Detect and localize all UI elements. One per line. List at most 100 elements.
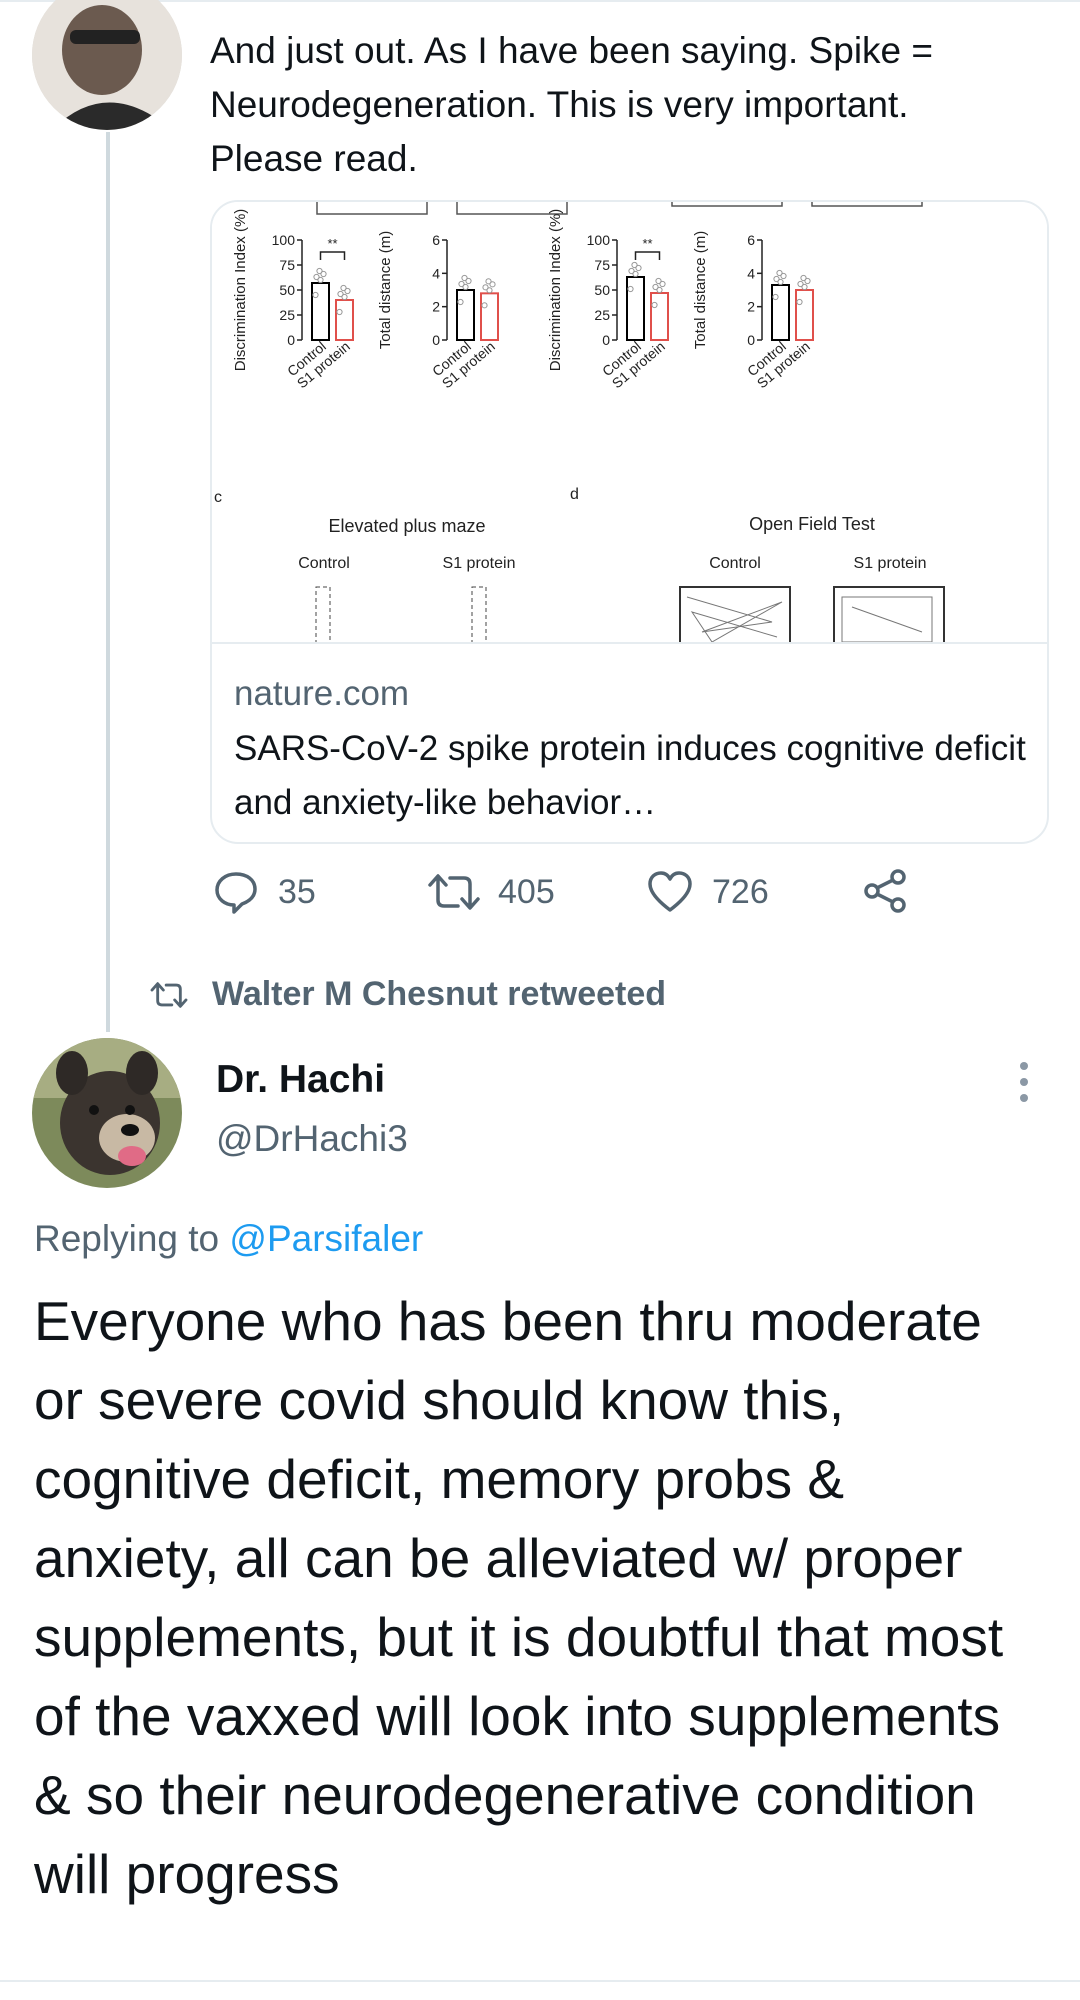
- like-count: 726: [712, 872, 769, 911]
- data-point: [486, 287, 493, 294]
- data-point: [659, 280, 666, 288]
- data-point: [481, 302, 488, 309]
- y-tick-label: 75: [594, 257, 610, 273]
- data-point: [632, 270, 639, 278]
- bar: [456, 289, 475, 341]
- bar: [311, 282, 330, 341]
- author-name[interactable]: Dr. Hachi: [216, 1058, 385, 1102]
- card-figure: Discrimination Index (%) 0 25 50 75 100 Contro…: [212, 202, 1047, 648]
- dog-avatar-icon: [32, 1038, 182, 1188]
- oft-s1-label: S1 protein: [854, 555, 927, 572]
- figure-crop-box: [811, 202, 923, 207]
- y-tick-label: 0: [287, 332, 295, 348]
- y-axis-label: Discrimination Index (%): [547, 209, 564, 372]
- replying-to: Replying to @Parsifaler: [34, 1218, 423, 1260]
- data-point: [317, 276, 324, 284]
- y-tick-label: 25: [279, 307, 295, 323]
- oft-s1-track: [833, 586, 945, 648]
- reply-icon: [215, 872, 257, 914]
- top-divider: [0, 0, 1080, 2]
- heart-icon: [648, 871, 692, 912]
- more-vertical-icon: [1020, 1062, 1028, 1102]
- replying-handle-link[interactable]: @Parsifaler: [229, 1218, 423, 1259]
- card-domain: nature.com: [234, 674, 410, 713]
- figure-image: Discrimination Index (%) 0 25 50 75 100 Contro…: [214, 202, 945, 648]
- epm-s1-label: S1 protein: [443, 555, 516, 572]
- data-point: [336, 308, 343, 316]
- y-tick-label: 50: [279, 282, 295, 298]
- replying-prefix: Replying to: [34, 1218, 220, 1259]
- y-tick-label: 4: [432, 265, 440, 281]
- significance-label: **: [642, 236, 652, 251]
- tweet-actions: 35 405 726: [0, 868, 1080, 918]
- significance-bracket: [319, 251, 346, 260]
- y-tick-label: 2: [747, 299, 755, 315]
- author-avatar[interactable]: [32, 1038, 182, 1188]
- data-point: [489, 281, 496, 288]
- bar: [650, 292, 669, 341]
- retweet-banner[interactable]: Walter M Chesnut retweeted: [150, 975, 666, 1014]
- data-point: [320, 270, 327, 278]
- y-tick-label: 100: [272, 232, 296, 248]
- epm-title: Elevated plus maze: [328, 516, 485, 536]
- author-avatar[interactable]: [32, 0, 182, 130]
- reply-count: 35: [278, 872, 316, 911]
- retweet-icon: [150, 981, 188, 1008]
- y-axis-label: Total distance (m): [377, 231, 394, 349]
- data-point: [651, 301, 658, 309]
- card-title: SARS-CoV-2 spike protein induces cogniti…: [234, 729, 1026, 822]
- y-tick-label: 6: [432, 232, 440, 248]
- more-options-button[interactable]: [1016, 1060, 1032, 1109]
- data-point: [801, 283, 808, 291]
- y-tick-label: 100: [587, 232, 611, 248]
- reply-button[interactable]: 35: [212, 868, 316, 916]
- epm-control-track: [315, 586, 331, 648]
- oft-control-path: [686, 596, 783, 643]
- data-point: [656, 286, 663, 294]
- bar: [335, 299, 354, 341]
- share-button[interactable]: [862, 868, 908, 914]
- data-point: [344, 287, 351, 295]
- retweet-icon: [428, 874, 480, 910]
- card-meta: nature.com SARS-CoV-2 spike protein indu…: [212, 642, 1047, 842]
- share-icon: [864, 869, 906, 913]
- y-tick-label: 6: [747, 232, 755, 248]
- y-tick-label: 75: [279, 257, 295, 273]
- oft-s1-path: [841, 596, 933, 643]
- tweet-text: And just out. As I have been saying. Spi…: [210, 30, 933, 179]
- person-avatar-icon: [32, 0, 182, 130]
- oft-control-label: Control: [709, 555, 761, 572]
- data-point: [627, 285, 634, 293]
- epm-control-label: Control: [298, 555, 350, 572]
- figure-crop-box: [671, 202, 783, 207]
- data-point: [312, 291, 319, 299]
- epm-s1-track: [471, 586, 487, 648]
- y-tick-label: 4: [747, 265, 755, 281]
- data-point: [796, 298, 803, 306]
- data-point: [457, 298, 464, 306]
- panel-label-c: c: [214, 489, 222, 506]
- data-point: [341, 293, 348, 301]
- y-tick-label: 2: [432, 299, 440, 315]
- data-point: [462, 283, 469, 291]
- data-point: [465, 277, 472, 285]
- author-handle[interactable]: @DrHachi3: [216, 1118, 408, 1160]
- bar: [771, 284, 790, 341]
- bar: [480, 292, 499, 342]
- data-point: [780, 272, 787, 280]
- data-point: [804, 277, 811, 285]
- like-button[interactable]: 726: [646, 868, 769, 916]
- tweet-text: Everyone who has been thru moderate or s…: [34, 1290, 1004, 1905]
- retweet-banner-text: Walter M Chesnut retweeted: [212, 975, 667, 1013]
- panel-label-d: d: [570, 486, 579, 503]
- oft-title: Open Field Test: [749, 514, 875, 534]
- y-tick-label: 0: [432, 332, 440, 348]
- figure-crop-box: [316, 202, 428, 215]
- retweet-button[interactable]: 405: [428, 868, 555, 916]
- significance-bracket: [634, 251, 661, 260]
- link-card[interactable]: Discrimination Index (%) 0 25 50 75 100 Contro…: [210, 200, 1049, 844]
- bottom-divider: [0, 1980, 1080, 1982]
- y-tick-label: 25: [594, 307, 610, 323]
- y-tick-label: 50: [594, 282, 610, 298]
- y-tick-label: 0: [747, 332, 755, 348]
